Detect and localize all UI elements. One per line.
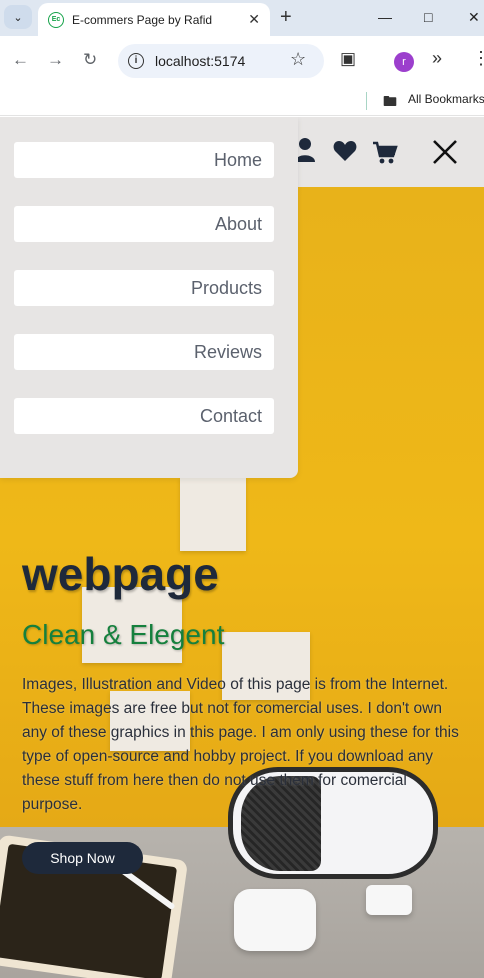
tab-search-button[interactable]: ⌄ [4,5,32,29]
window-close-icon[interactable]: ✕ [468,8,480,26]
cart-icon[interactable] [372,141,398,165]
nav-item-home[interactable]: Home [14,142,274,178]
hero-subtitle: Clean & Elegent [22,619,225,650]
favicon-icon: Ec [48,11,64,28]
browser-toolbar: ← → ↻ i localhost:5174 ☆ ▣ r » ⋮ [0,36,484,86]
charger-image [366,885,412,915]
heart-icon[interactable] [333,140,357,162]
close-icon[interactable] [432,139,458,165]
new-tab-icon[interactable]: + [280,6,292,28]
tab-close-icon[interactable]: ✕ [248,11,260,28]
reload-icon[interactable]: ↻ [83,50,97,70]
tab-title: E-commers Page by Rafid [72,12,213,27]
address-bar[interactable]: i localhost:5174 ☆ [118,44,324,78]
maximize-icon[interactable]: □ [424,8,432,26]
nav-item-contact[interactable]: Contact [14,398,274,434]
kebab-menu-icon[interactable]: ⋮ [472,48,484,69]
all-bookmarks-link[interactable]: All Bookmarks [408,92,484,106]
site-info-icon[interactable]: i [128,53,144,69]
chevron-double-right-icon[interactable]: » [432,48,442,69]
hero-title: webpage [22,548,219,600]
nav-dropdown-menu: Home About Products Reviews Contact [0,117,298,478]
extensions-icon[interactable]: ▣ [340,49,356,69]
chevron-down-icon: ⌄ [13,11,23,24]
forward-icon[interactable]: → [47,50,64,70]
url-text[interactable]: localhost:5174 [155,53,245,69]
profile-avatar[interactable]: r [394,52,414,72]
bookmark-star-icon[interactable]: ☆ [290,49,306,70]
browser-tab-active[interactable]: Ec E-commers Page by Rafid ✕ [38,3,270,36]
earbuds-case-image [234,889,316,951]
bookmarks-bar: 🖿 All Bookmarks [0,86,484,116]
envelope-decoration [180,477,246,551]
minimize-icon[interactable]: — [378,8,392,26]
nav-item-products[interactable]: Products [14,270,274,306]
nav-item-about[interactable]: About [14,206,274,242]
back-icon[interactable]: ← [12,50,29,70]
hero-description: Images, Illustration and Video of this p… [22,676,459,813]
nav-item-reviews[interactable]: Reviews [14,334,274,370]
browser-tab-strip: ⌄ Ec E-commers Page by Rafid ✕ + — □ ✕ [0,0,484,36]
bookmarks-separator [366,92,367,110]
shop-now-button[interactable]: Shop Now [22,842,143,874]
page-viewport: webpage Clean & Elegent Images, Illustra… [0,117,484,978]
folder-icon[interactable]: 🖿 [383,91,397,115]
